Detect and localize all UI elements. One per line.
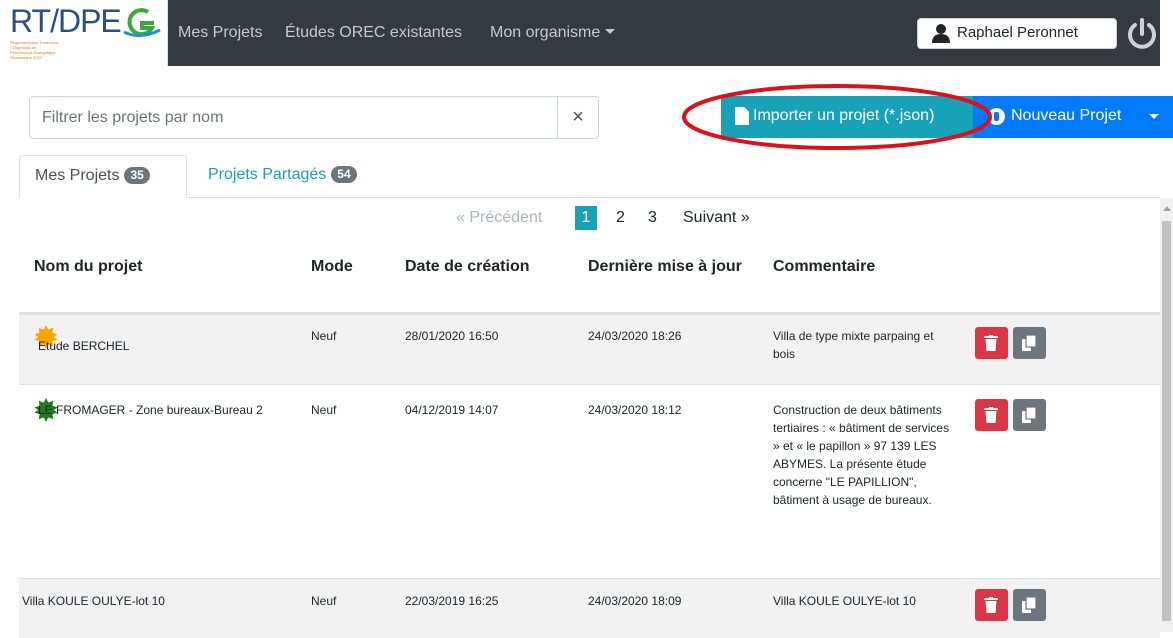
trash-icon — [984, 335, 998, 351]
pagination-page-1[interactable]: 1 — [575, 206, 597, 230]
pagination-previous: « Précédent — [456, 209, 543, 226]
project-comment: Villa KOULE OULYE-lot 10 — [773, 594, 916, 608]
new-project-button[interactable]: Nouveau Projet — [973, 96, 1173, 138]
copy-project-button[interactable] — [1013, 589, 1046, 621]
pagination: « Précédent 1 2 3 Suivant » — [0, 206, 1160, 230]
copy-icon — [1022, 335, 1036, 351]
column-header-updated[interactable]: Dernière mise à jour — [588, 255, 748, 279]
tab-count-badge: 54 — [331, 166, 357, 183]
pagination-next[interactable]: Suivant » — [683, 206, 750, 230]
chevron-down-icon — [605, 29, 616, 34]
brand-logo[interactable]: RT/DPE Réglementation Thermique / Diagno… — [0, 0, 168, 66]
table-scrollbar[interactable] — [1160, 198, 1173, 632]
nav-my-projects[interactable]: Mes Projets — [178, 24, 262, 42]
column-header-created[interactable]: Date de création — [405, 255, 529, 279]
tab-count-badge: 35 — [124, 167, 150, 184]
project-created-date: 28/01/2020 16:50 — [405, 329, 499, 343]
import-project-button[interactable]: Importer un projet (*.json) — [721, 96, 973, 138]
column-header-comment[interactable]: Commentaire — [773, 255, 875, 279]
tab-my-projects-label: Mes Projets — [35, 167, 120, 184]
clear-filter-button[interactable]: × — [557, 96, 599, 139]
scroll-up-arrow-icon[interactable] — [1163, 206, 1171, 211]
project-filter-input[interactable] — [29, 96, 558, 139]
user-icon — [932, 24, 950, 43]
tab-shared-projects[interactable]: Projets Partagés 54 — [193, 155, 379, 198]
project-name[interactable]: LE FROMAGER - Zone bureaux-Bureau 2 — [22, 401, 298, 419]
trash-icon — [984, 407, 998, 423]
project-name[interactable]: Etude BERCHEL — [38, 337, 129, 355]
project-updated-date: 24/03/2020 18:26 — [588, 329, 682, 343]
close-icon: × — [572, 106, 584, 128]
import-project-label: Importer un projet (*.json) — [753, 107, 935, 124]
file-icon — [735, 107, 749, 125]
project-mode: Neuf — [311, 594, 337, 608]
project-created-date: 04/12/2019 14:07 — [405, 403, 499, 417]
tab-my-projects[interactable]: Mes Projets 35 — [19, 155, 187, 198]
tab-shared-projects-label: Projets Partagés — [208, 166, 327, 183]
brand-name: RT/DPE — [10, 3, 122, 39]
nav-my-organization-label: Mon organisme — [490, 24, 601, 41]
copy-project-button[interactable] — [1013, 399, 1046, 431]
top-navbar: RT/DPE Réglementation Thermique / Diagno… — [0, 0, 1160, 66]
plus-circle-icon — [988, 108, 1005, 125]
nav-orec-studies[interactable]: Études OREC existantes — [285, 24, 462, 42]
chevron-down-icon — [1149, 114, 1159, 119]
brand-swoosh-icon — [123, 8, 161, 37]
new-project-label: Nouveau Projet — [1011, 107, 1122, 124]
project-comment: Villa de type mixte parpaing et bois — [773, 329, 934, 361]
project-name[interactable]: Villa KOULE OULYE-lot 10 — [22, 592, 165, 610]
pagination-page-3[interactable]: 3 — [648, 206, 657, 230]
column-header-mode[interactable]: Mode — [311, 255, 353, 279]
project-created-date: 22/03/2019 16:25 — [405, 594, 499, 608]
project-updated-date: 24/03/2020 18:09 — [588, 594, 682, 608]
project-updated-date: 24/03/2020 18:12 — [588, 403, 682, 417]
delete-project-button[interactable] — [975, 589, 1008, 621]
copy-icon — [1022, 407, 1036, 423]
delete-project-button[interactable] — [975, 327, 1008, 359]
copy-project-button[interactable] — [1013, 327, 1046, 359]
trash-icon — [984, 597, 998, 613]
nav-my-organization[interactable]: Mon organisme — [490, 24, 616, 42]
project-comment: Construction de deux bâtiments tertiaire… — [773, 403, 950, 507]
column-header-name[interactable]: Nom du projet — [34, 255, 142, 279]
delete-project-button[interactable] — [975, 399, 1008, 431]
user-account-button[interactable]: Raphael Peronnet — [917, 18, 1117, 49]
copy-icon — [1022, 597, 1036, 613]
pagination-page-2[interactable]: 2 — [616, 206, 625, 230]
user-name: Raphael Peronnet — [957, 24, 1078, 41]
power-logout-icon[interactable] — [1125, 17, 1159, 51]
project-mode: Neuf — [311, 403, 337, 417]
brand-subtitle: Réglementation Thermique / Diagnostic de… — [10, 40, 59, 60]
project-mode: Neuf — [311, 329, 337, 343]
scroll-thumb[interactable] — [1162, 221, 1171, 621]
